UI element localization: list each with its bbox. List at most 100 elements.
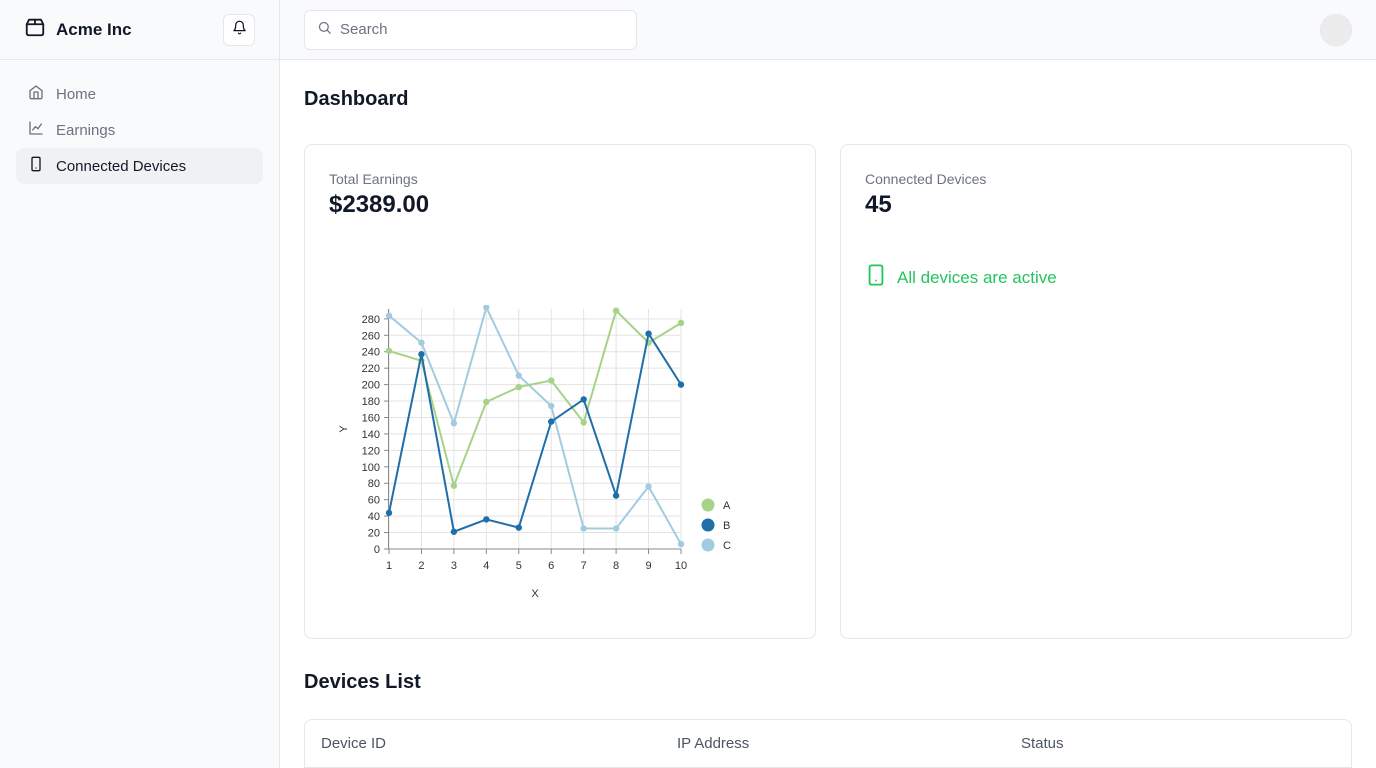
- sidebar-item-earnings[interactable]: Earnings: [16, 112, 263, 148]
- line-chart-icon: [28, 120, 44, 140]
- table-header-row: Device ID IP Address Status: [305, 720, 1351, 768]
- sidebar-item-connected-devices[interactable]: Connected Devices: [16, 148, 263, 184]
- package-icon: [24, 16, 46, 43]
- x-tick-label: 7: [581, 560, 587, 572]
- devices-list-title: Devices List: [304, 671, 421, 693]
- data-point-b: [450, 528, 458, 535]
- column-header-status[interactable]: Status: [1005, 735, 1064, 752]
- y-axis-title: Y: [338, 425, 350, 433]
- earnings-chart: 0 20 40 60 80 100 120 140 160 180 200 220 240 260 280 1…: [329, 304, 749, 630]
- dashboard-content: Dashboard Total Earnings $2389.00 0 20 40 6…: [280, 60, 1376, 768]
- smartphone-icon: [28, 156, 44, 176]
- page-title: Dashboard: [304, 88, 409, 110]
- data-point-a: [385, 347, 393, 355]
- legend-swatch-a: [701, 498, 715, 512]
- y-tick-label: 180: [362, 396, 380, 408]
- devices-label: Connected Devices: [865, 171, 987, 187]
- x-tick-label: 3: [451, 560, 457, 572]
- y-tick-label: 0: [374, 544, 380, 556]
- y-tick-label: 220: [362, 363, 380, 375]
- devices-table: Device ID IP Address Status: [304, 719, 1352, 768]
- avatar[interactable]: [1320, 13, 1352, 46]
- devices-value: 45: [865, 191, 892, 218]
- x-tick-label: 10: [675, 560, 687, 572]
- devices-status-text: All devices are active: [897, 267, 1057, 287]
- y-tick-label: 80: [368, 478, 380, 490]
- data-point-b: [483, 516, 490, 523]
- data-point-b: [418, 351, 425, 358]
- earnings-card: Total Earnings $2389.00 0 20 40 60 80 100 120 1…: [304, 144, 816, 639]
- search-box[interactable]: [304, 9, 637, 50]
- legend-label-b: B: [723, 520, 730, 532]
- devices-card: Connected Devices 45 All devices are act…: [840, 144, 1352, 639]
- data-point-c: [483, 304, 490, 311]
- data-point-b: [548, 418, 555, 425]
- data-point-c: [515, 372, 522, 379]
- main-area: Dashboard Total Earnings $2389.00 0 20 40 6…: [280, 0, 1376, 768]
- data-point-b: [612, 492, 620, 499]
- sidebar-item-label: Home: [56, 85, 97, 103]
- x-tick-label: 5: [516, 560, 522, 572]
- data-point-c: [580, 525, 587, 532]
- series-line-a: [388, 308, 682, 489]
- sidebar-item-home[interactable]: Home: [16, 76, 263, 112]
- y-tick-label: 280: [362, 314, 380, 326]
- column-header-ip-address[interactable]: IP Address: [661, 735, 1005, 752]
- y-tick-label: 200: [362, 380, 380, 392]
- legend-swatch-b: [701, 518, 715, 532]
- earnings-label: Total Earnings: [329, 171, 418, 187]
- search-icon: [317, 20, 332, 40]
- y-tick-label: 120: [362, 445, 380, 457]
- data-point-b: [385, 509, 393, 517]
- y-tick-label: 260: [362, 330, 380, 342]
- brand-bar: Acme Inc: [0, 0, 279, 60]
- sidebar-item-label: Earnings: [56, 121, 116, 139]
- sidebar-nav: Home Earnings Connected Devices: [0, 60, 279, 200]
- data-point-c: [645, 483, 652, 490]
- x-tick-label: 2: [418, 560, 424, 572]
- data-point-a: [612, 307, 620, 314]
- home-icon: [28, 84, 44, 104]
- x-tick-label: 6: [548, 560, 554, 572]
- x-tick-label: 4: [483, 560, 489, 572]
- sidebar-item-label: Connected Devices: [56, 157, 187, 175]
- data-point-c: [612, 525, 620, 532]
- bell-icon: [232, 20, 247, 40]
- y-tick-label: 140: [362, 429, 380, 441]
- app-root: Acme Inc Home Earnings Connected Devices…: [0, 0, 1376, 768]
- y-tick-label: 20: [368, 528, 380, 540]
- data-point-c: [450, 420, 458, 427]
- y-tick-label: 40: [368, 511, 380, 523]
- data-point-a: [483, 398, 490, 406]
- brand-link[interactable]: Acme Inc: [24, 16, 132, 43]
- data-point-c: [677, 540, 685, 548]
- y-tick-label: 60: [368, 495, 380, 507]
- data-point-b: [515, 524, 522, 531]
- data-point-c: [548, 402, 555, 410]
- x-axis-title: X: [531, 588, 539, 600]
- data-point-b: [580, 396, 587, 403]
- stats-cards: Total Earnings $2389.00 0 20 40 60 80 100 120 1…: [304, 144, 1352, 639]
- sidebar: Acme Inc Home Earnings Connected Devices: [0, 0, 280, 768]
- line-chart: 0 20 40 60 80 100 120 140 160 180 200 220 240 260 280 1…: [338, 304, 731, 600]
- legend-swatch-c: [701, 538, 715, 552]
- data-point-b: [645, 330, 652, 337]
- x-tick-label: 9: [645, 560, 651, 572]
- top-bar: [280, 0, 1376, 60]
- x-tick-label: 8: [613, 560, 619, 572]
- brand-name: Acme Inc: [56, 19, 132, 39]
- x-tick-label: 1: [386, 560, 392, 572]
- y-tick-label: 240: [362, 347, 380, 359]
- data-point-a: [450, 482, 458, 489]
- search-input[interactable]: [340, 21, 624, 38]
- legend-label-a: A: [723, 500, 731, 512]
- devices-status: All devices are active: [865, 263, 1327, 292]
- data-point-a: [548, 377, 555, 384]
- notifications-button[interactable]: [223, 13, 255, 46]
- y-tick-label: 160: [362, 412, 380, 424]
- earnings-value: $2389.00: [329, 191, 430, 218]
- data-point-a: [677, 319, 685, 327]
- data-point-c: [385, 312, 393, 319]
- data-point-a: [580, 419, 587, 426]
- column-header-device-id[interactable]: Device ID: [305, 735, 661, 752]
